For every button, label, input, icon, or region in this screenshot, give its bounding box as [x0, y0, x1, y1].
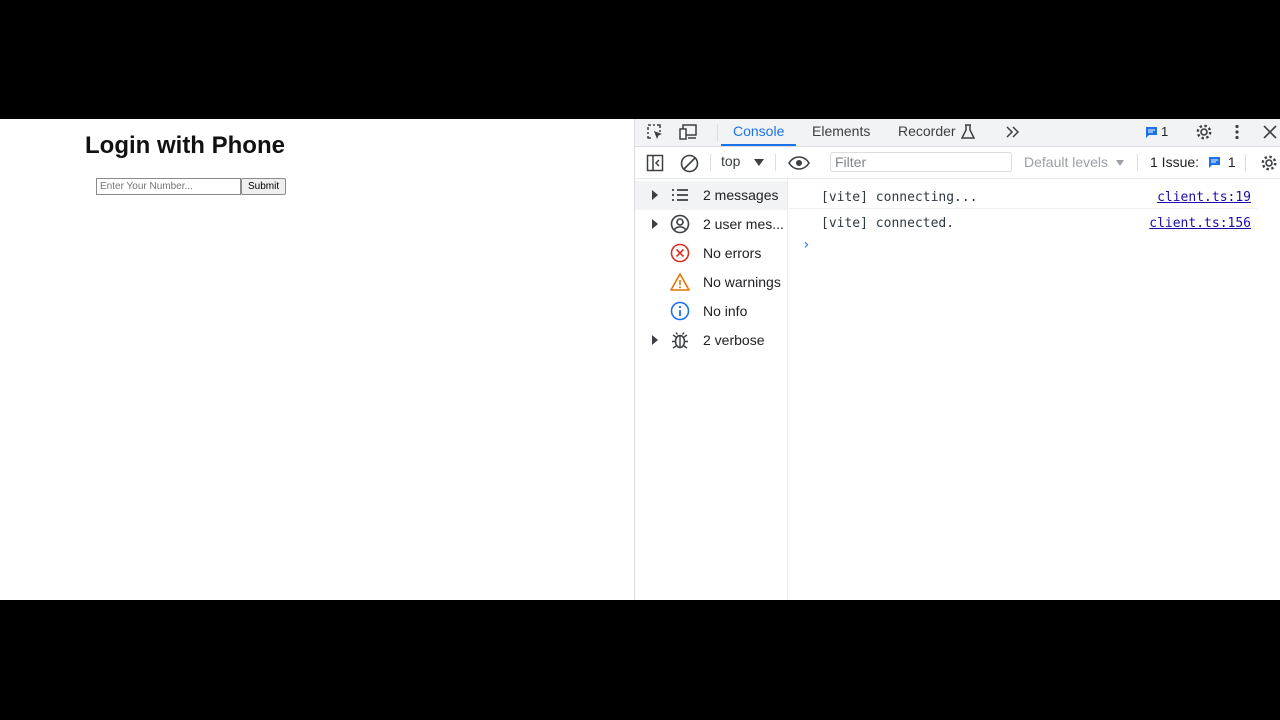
console-toolbar: top Default levels 1 Issue: 1	[635, 147, 1280, 179]
source-link[interactable]: client.ts:19	[1157, 190, 1251, 205]
login-form: Submit	[96, 178, 287, 195]
expand-arrow-icon	[652, 335, 658, 345]
issues-count: 1	[1227, 154, 1236, 170]
page-title: Login with Phone	[85, 132, 285, 159]
flask-icon	[960, 123, 976, 141]
sidebar-item-warnings[interactable]: No warnings	[635, 268, 787, 297]
tab-recorder[interactable]: Recorder	[898, 119, 956, 146]
sidebar-item-label: 2 messages	[703, 187, 779, 203]
issues-label: 1 Issue:	[1150, 154, 1200, 170]
phone-input[interactable]	[96, 178, 241, 195]
console-message-text: [vite] connected.	[821, 216, 955, 231]
browser-viewport: Login with Phone Submit Console Elements…	[0, 119, 1280, 600]
close-icon[interactable]	[1261, 122, 1279, 142]
chevron-down-icon	[754, 158, 765, 166]
log-levels-label: Default levels	[1024, 154, 1109, 170]
more-tabs-icon[interactable]	[1004, 123, 1022, 141]
console-settings-gear-icon[interactable]	[1259, 153, 1279, 173]
context-select[interactable]: top	[721, 153, 765, 169]
kebab-menu-icon[interactable]	[1230, 122, 1244, 142]
sidebar-item-label: No errors	[703, 245, 762, 261]
console-sidebar: 2 messages 2 user mes... No errors No wa…	[635, 179, 788, 600]
inspect-element-icon[interactable]	[645, 122, 665, 142]
sidebar-item-messages[interactable]: 2 messages	[635, 181, 787, 210]
sidebar-item-label: No info	[703, 303, 748, 319]
settings-gear-icon[interactable]	[1194, 122, 1214, 142]
device-toolbar-icon[interactable]	[678, 122, 700, 142]
clear-console-icon[interactable]	[678, 152, 700, 174]
info-icon	[670, 301, 690, 321]
issue-badge-icon	[1208, 155, 1221, 171]
tab-console[interactable]: Console	[720, 119, 797, 146]
console-output: [vite] connecting... client.ts:19 [vite]…	[788, 179, 1280, 600]
console-prompt-chevron-icon[interactable]: ›	[802, 237, 810, 253]
message-badge-count: 1	[1161, 124, 1169, 139]
expand-arrow-icon	[652, 190, 658, 200]
sidebar-item-label: 2 user mes...	[703, 216, 784, 232]
sidebar-item-verbose[interactable]: 2 verbose	[635, 326, 787, 355]
live-expression-eye-icon[interactable]	[786, 153, 812, 173]
user-icon	[670, 214, 690, 234]
sidebar-item-user-messages[interactable]: 2 user mes...	[635, 210, 787, 239]
expand-arrow-icon	[652, 219, 658, 229]
sidebar-item-label: 2 verbose	[703, 332, 765, 348]
sidebar-toggle-icon[interactable]	[645, 153, 665, 173]
devtools-panel: Console Elements Recorder 1 top Filter D…	[634, 119, 1280, 600]
filter-input[interactable]	[830, 152, 1012, 172]
context-select-label: top	[721, 153, 741, 169]
chevron-down-icon	[1115, 160, 1124, 167]
error-icon	[670, 243, 690, 263]
console-message: [vite] connected. client.ts:156	[788, 209, 1258, 234]
submit-button[interactable]: Submit	[241, 178, 287, 195]
message-badge-icon[interactable]	[1144, 124, 1158, 140]
web-page: Login with Phone Submit	[0, 119, 634, 600]
bug-icon	[670, 330, 690, 350]
sidebar-item-info[interactable]: No info	[635, 297, 787, 326]
list-icon	[670, 185, 690, 205]
sidebar-item-errors[interactable]: No errors	[635, 239, 787, 268]
devtools-tab-bar: Console Elements Recorder 1	[635, 119, 1280, 147]
sidebar-item-label: No warnings	[703, 274, 781, 290]
source-link[interactable]: client.ts:156	[1149, 216, 1251, 231]
warning-icon	[670, 272, 690, 292]
log-levels-dropdown[interactable]: Default levels	[1024, 154, 1124, 170]
issues-counter[interactable]: 1 Issue: 1	[1150, 154, 1236, 171]
console-message: [vite] connecting... client.ts:19	[788, 183, 1258, 209]
tab-elements[interactable]: Elements	[812, 119, 870, 146]
console-message-text: [vite] connecting...	[821, 190, 978, 205]
